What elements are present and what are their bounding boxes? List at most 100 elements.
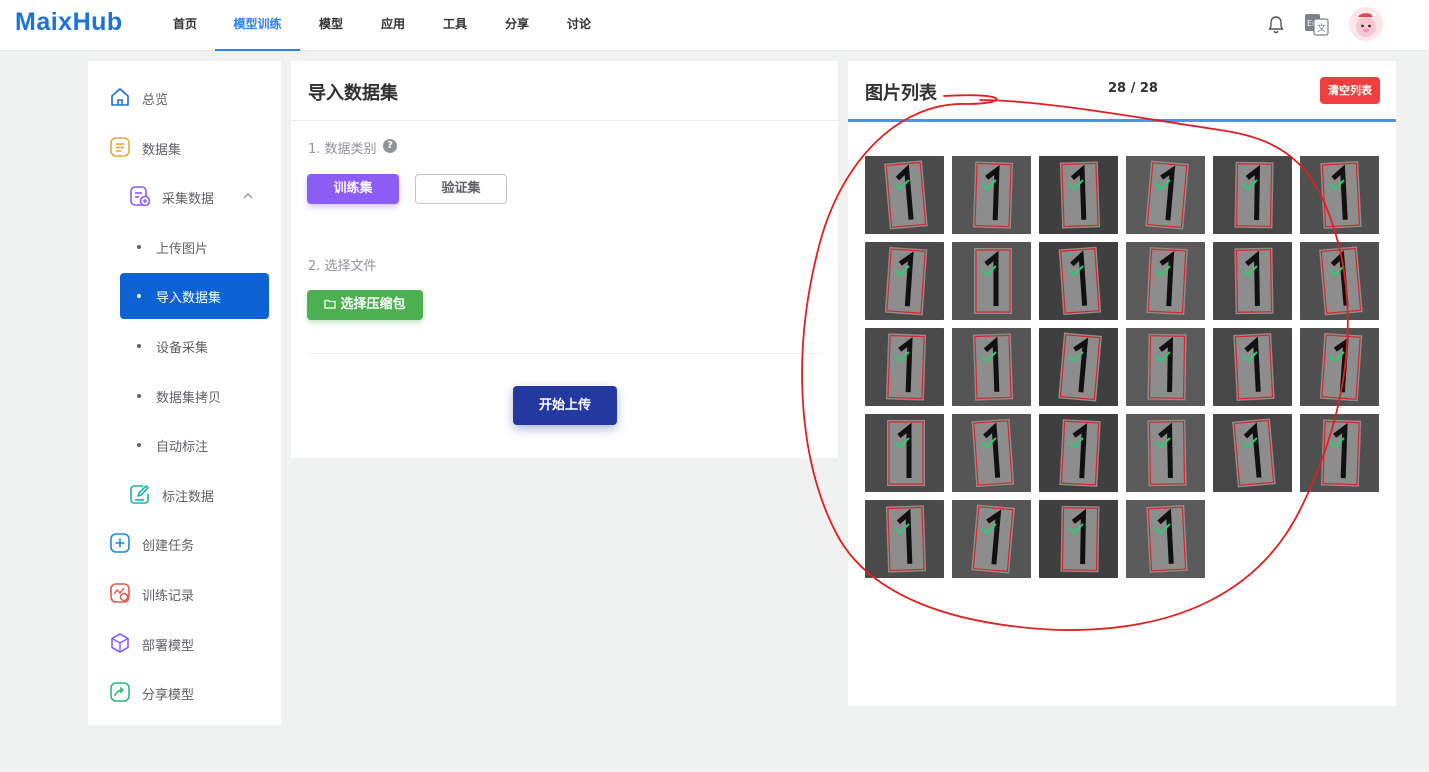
sidebar-item-create-task[interactable]: 创建任务 [88,524,281,564]
image-thumbnail[interactable] [952,414,1031,492]
record-icon [109,582,131,604]
nav-tools[interactable]: 工具 [434,0,476,51]
sidebar-item-collect[interactable]: 采集数据 [88,177,281,217]
bullet-icon [137,443,141,447]
image-thumbnail[interactable] [1213,156,1292,234]
sidebar-item-label: 自动标注 [156,440,209,455]
help-icon[interactable]: ? [383,139,397,153]
image-count: 28 / 28 [1108,81,1158,96]
sidebar-item-deploy-model[interactable]: 部署模型 [88,624,281,664]
image-thumbnail[interactable] [865,500,944,578]
bullet-icon [137,294,141,298]
bell-icon[interactable] [1266,15,1286,39]
nav-discuss[interactable]: 讨论 [558,0,600,51]
divider [308,353,822,354]
svg-text:文: 文 [1317,22,1326,34]
nav-home[interactable]: 首页 [164,0,206,51]
image-thumbnail[interactable] [1039,414,1118,492]
image-thumbnail[interactable] [952,242,1031,320]
collect-icon [129,185,151,207]
chevron-up-icon [242,190,254,206]
divider [291,120,838,121]
sidebar-item-label: 标注数据 [162,490,215,505]
image-list-title: 图片列表 [865,83,937,104]
start-upload-button[interactable]: 开始上传 [513,386,617,425]
language-icon[interactable]: En 文 [1304,13,1330,41]
image-thumbnail[interactable] [1039,242,1118,320]
nav-model-training[interactable]: 模型训练 [215,0,300,51]
sidebar-item-device-collect[interactable]: 设备采集 [88,326,281,366]
sidebar-item-label: 导入数据集 [156,291,222,306]
avatar[interactable] [1348,6,1384,46]
image-thumbnail[interactable] [1126,242,1205,320]
sidebar-item-upload-images[interactable]: 上传图片 [88,227,281,267]
image-thumbnail[interactable] [952,328,1031,406]
sidebar-item-label: 上传图片 [156,242,209,257]
validation-set-button[interactable]: 验证集 [415,174,507,204]
edit-icon [129,483,151,505]
image-thumbnail[interactable] [865,156,944,234]
train-set-button[interactable]: 训练集 [307,174,399,204]
image-thumbnail[interactable] [1126,328,1205,406]
bullet-icon [137,245,141,249]
sidebar-item-label: 总览 [142,93,169,108]
image-thumbnail[interactable] [1213,242,1292,320]
step2-label: 2. 选择文件 [308,259,377,274]
image-thumbnail[interactable] [1300,156,1379,234]
sidebar-item-dataset[interactable]: 数据集 [88,128,281,168]
image-thumbnail[interactable] [1300,414,1379,492]
clear-list-button[interactable]: 清空列表 [1320,77,1380,104]
sidebar-item-label-data[interactable]: 标注数据 [88,475,281,515]
image-thumbnail[interactable] [1213,414,1292,492]
step1-label: 1. 数据类别 [308,142,377,157]
choose-zip-button[interactable]: 选择压缩包 [307,290,423,320]
image-thumbnail[interactable] [1039,328,1118,406]
sidebar-item-label: 创建任务 [142,539,195,554]
nav-models[interactable]: 模型 [310,0,352,51]
sidebar-item-auto-label[interactable]: 自动标注 [88,425,281,465]
image-thumbnail[interactable] [1126,414,1205,492]
image-thumbnail[interactable] [952,156,1031,234]
page-title: 导入数据集 [308,83,398,104]
image-thumbnail[interactable] [1300,328,1379,406]
home-icon [109,86,131,108]
sidebar-item-label: 数据集 [142,143,182,158]
list-header-bar [848,119,1396,122]
plus-square-icon [109,532,131,554]
logo[interactable]: MaixHub [15,8,123,37]
sidebar-item-label: 数据集拷贝 [156,391,222,406]
image-thumbnail[interactable] [1039,500,1118,578]
sidebar-item-label: 分享模型 [142,688,195,703]
folder-icon [324,299,337,309]
sidebar-item-label: 部署模型 [142,639,195,654]
image-thumbnail[interactable] [1039,156,1118,234]
bullet-icon [137,394,141,398]
sidebar-item-overview[interactable]: 总览 [88,78,281,118]
image-thumbnail[interactable] [952,500,1031,578]
sidebar-item-train-records[interactable]: 训练记录 [88,574,281,614]
share-icon [109,681,131,703]
top-nav-bar: MaixHub 首页 模型训练 模型 应用 工具 分享 讨论 En 文 [0,0,1429,51]
image-thumbnail[interactable] [1300,242,1379,320]
sidebar-item-label: 采集数据 [162,192,215,207]
image-list-panel: 图片列表 28 / 28 清空列表 [848,61,1396,706]
import-form-panel: 导入数据集 1. 数据类别 ? 训练集 验证集 2. 选择文件 选择压缩包 开始… [291,61,838,458]
sidebar: 总览 数据集 采集数据 上传图片 导入数据集 设备采集 数据集拷贝 自动标注 标… [88,61,281,725]
image-thumbnail[interactable] [865,242,944,320]
choose-zip-label: 选择压缩包 [340,297,406,312]
image-thumbnail[interactable] [865,414,944,492]
sidebar-item-label: 训练记录 [142,589,195,604]
nav-share[interactable]: 分享 [496,0,538,51]
sidebar-item-label: 设备采集 [156,341,209,356]
cube-icon [109,632,131,654]
list-icon [109,136,131,158]
sidebar-item-dataset-copy[interactable]: 数据集拷贝 [88,376,281,416]
bullet-icon [137,344,141,348]
sidebar-item-import-dataset[interactable]: 导入数据集 [120,273,269,319]
image-thumbnail[interactable] [865,328,944,406]
image-thumbnail[interactable] [1213,328,1292,406]
image-thumbnail[interactable] [1126,500,1205,578]
nav-apps[interactable]: 应用 [372,0,414,51]
sidebar-item-share-model[interactable]: 分享模型 [88,673,281,713]
image-thumbnail[interactable] [1126,156,1205,234]
